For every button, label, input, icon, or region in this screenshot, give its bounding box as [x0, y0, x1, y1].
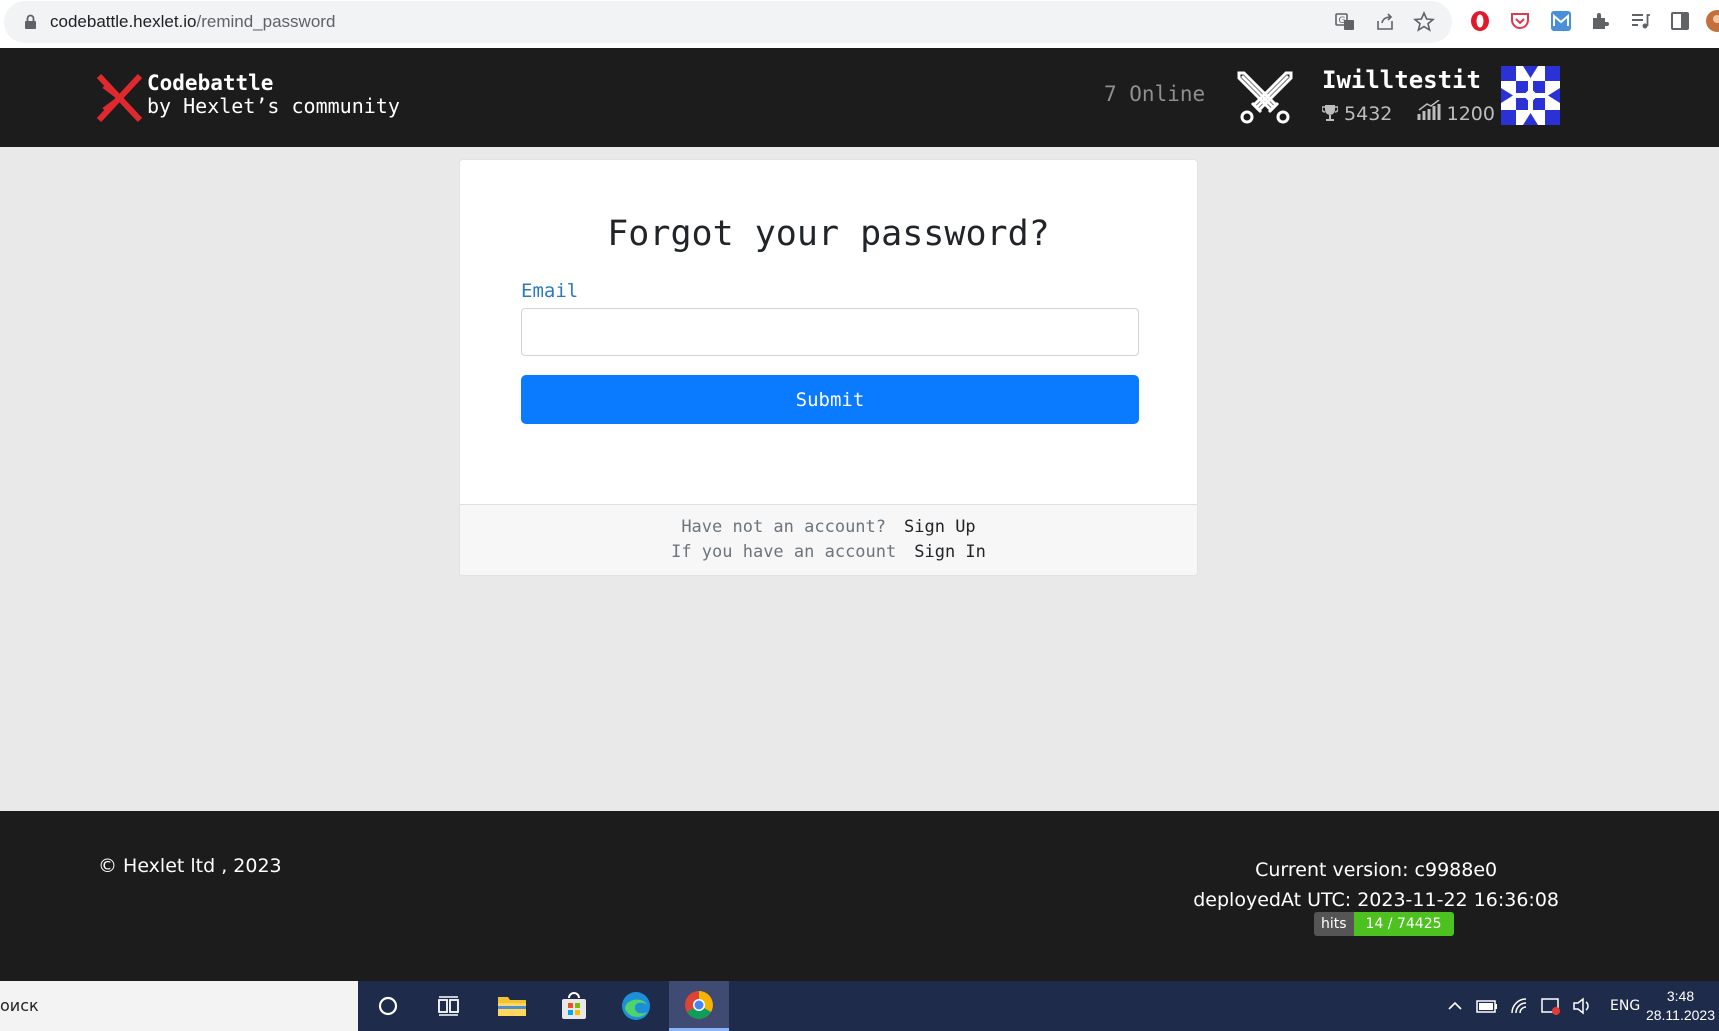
security-alert-icon[interactable]	[1540, 996, 1562, 1016]
edge-browser-icon[interactable]	[606, 981, 666, 1031]
browser-toolbar: codebattle.hexlet.io/remind_password G	[0, 0, 1719, 48]
rating-value: 1200	[1446, 103, 1495, 125]
pocket-extension-icon[interactable]	[1509, 10, 1531, 32]
site-header: Codebattle by Hexlet’s community 7 Onlin…	[0, 48, 1719, 147]
task-view-icon[interactable]	[419, 981, 479, 1031]
page-title: Forgot your password?	[607, 214, 1050, 254]
username[interactable]: Iwilltestit	[1322, 66, 1481, 94]
brand-title: Codebattle	[147, 71, 274, 95]
online-count: 7 Online	[1104, 82, 1206, 106]
email-field[interactable]	[521, 308, 1139, 356]
clock-date: 28.11.2023	[1645, 1007, 1715, 1023]
signin-prompt: If you have an account	[671, 542, 897, 562]
user-stats: 5432 1200	[1322, 100, 1495, 125]
battery-icon[interactable]	[1476, 998, 1498, 1014]
reading-list-icon[interactable]	[1629, 10, 1651, 32]
copyright-text: © Hexlet ltd , 2023	[98, 855, 282, 877]
submit-button[interactable]: Submit	[521, 375, 1139, 424]
codebattle-logo-icon[interactable]	[96, 72, 144, 124]
email-label: Email	[521, 280, 579, 302]
clock-time: 3:48	[1666, 988, 1695, 1004]
opera-extension-icon[interactable]	[1469, 10, 1491, 32]
taskbar-search-text: оиск	[0, 996, 39, 1015]
share-icon[interactable]	[1374, 11, 1396, 33]
hits-label: hits	[1314, 912, 1354, 936]
taskbar-clock[interactable]: 3:48 28.11.2023	[1646, 987, 1715, 1025]
taskbar-search[interactable]: оиск	[0, 981, 358, 1031]
deployed-at: deployedAt UTC: 2023-11-22 16:36:08	[1193, 889, 1559, 911]
side-panel-icon[interactable]	[1669, 10, 1691, 32]
cortana-circle-icon[interactable]	[358, 981, 418, 1031]
trophy-icon	[1322, 105, 1338, 121]
brand-text[interactable]: Codebattle by Hexlet’s community	[147, 72, 400, 118]
forgot-password-card: Forgot your password? Email Submit Have …	[459, 159, 1198, 576]
address-bar[interactable]: codebattle.hexlet.io/remind_password G	[4, 1, 1452, 43]
system-tray: ENG	[1446, 981, 1640, 1031]
hits-badge[interactable]: hits 14 / 74425	[1314, 912, 1454, 936]
extensions-puzzle-icon[interactable]	[1589, 10, 1611, 32]
profile-avatar-icon[interactable]	[1706, 10, 1719, 32]
url-text: codebattle.hexlet.io/remind_password	[50, 12, 336, 31]
signin-row: If you have an account Sign In	[460, 542, 1197, 562]
bookmark-star-icon[interactable]	[1412, 10, 1436, 33]
windows-taskbar: оиск ENG 3:48 28.11.2023	[0, 981, 1719, 1031]
wifi-icon[interactable]	[1510, 997, 1530, 1015]
mail-extension-icon[interactable]	[1550, 10, 1572, 32]
crossed-swords-icon[interactable]	[1236, 70, 1294, 128]
hits-count: 14 / 74425	[1353, 912, 1454, 936]
user-avatar[interactable]	[1501, 66, 1560, 125]
card-footer: Have not an account? Sign Up If you have …	[460, 504, 1197, 575]
show-hidden-icons-chevron-icon[interactable]	[1446, 997, 1464, 1015]
trophy-count: 5432	[1344, 103, 1393, 125]
brand-subtitle: by Hexlet’s community	[147, 94, 400, 118]
microsoft-store-icon[interactable]	[544, 981, 604, 1031]
site-footer: © Hexlet ltd , 2023 Current version: c99…	[0, 811, 1719, 981]
version-info: Current version: c9988e0 deployedAt UTC:…	[1193, 855, 1559, 915]
rating-chart-icon	[1417, 100, 1441, 120]
lock-icon	[25, 14, 36, 29]
current-version: Current version: c9988e0	[1255, 859, 1498, 881]
sign-in-link[interactable]: Sign In	[914, 542, 986, 562]
translate-icon[interactable]: G	[1334, 11, 1356, 33]
sign-up-link[interactable]: Sign Up	[904, 517, 976, 537]
signup-row: Have not an account? Sign Up	[460, 517, 1197, 537]
chrome-browser-icon[interactable]	[669, 981, 729, 1031]
input-language[interactable]: ENG	[1610, 998, 1640, 1014]
signup-prompt: Have not an account?	[681, 517, 887, 537]
file-explorer-icon[interactable]	[482, 981, 542, 1031]
volume-icon[interactable]	[1572, 997, 1592, 1015]
